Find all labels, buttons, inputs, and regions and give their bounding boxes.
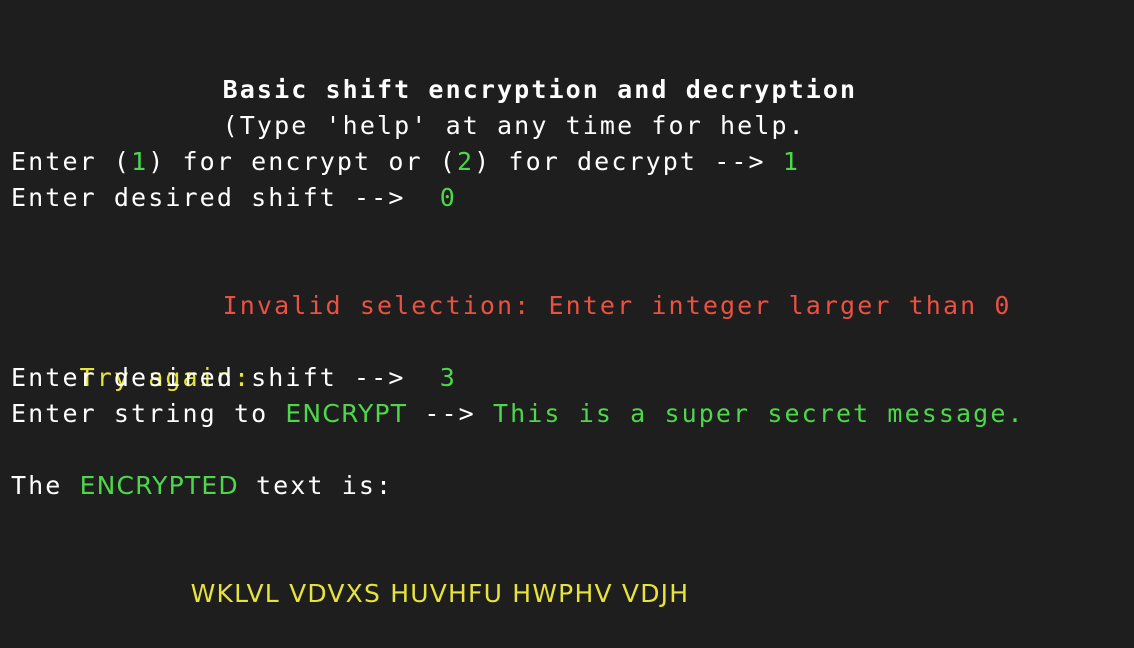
help-hint-text: (Type 'help' at any time for help. bbox=[222, 111, 806, 140]
shift-prompt-label-1: Enter desired shift --> bbox=[11, 183, 440, 212]
program-title: Basic shift encryption and decryption bbox=[154, 36, 857, 104]
encrypt-keyword: ENCRYPT bbox=[285, 399, 408, 428]
help-hint: (Type 'help' at any time for help. bbox=[154, 72, 806, 140]
mode-prompt-text-1: Enter ( bbox=[11, 147, 132, 176]
mode-answer: 1 bbox=[782, 147, 800, 176]
ciphertext-output-text: WKLVL VDVXS HUVHFU HWPHV VDJH bbox=[190, 579, 690, 608]
shift-prompt-label-2: Enter desired shift --> bbox=[11, 363, 440, 392]
mode-option-decrypt: 2 bbox=[456, 147, 475, 176]
mode-prompt-line: Enter (1) for encrypt or (2) for decrypt… bbox=[11, 144, 800, 180]
result-heading-text-2: text is: bbox=[238, 471, 394, 500]
shift-prompt-line-1: Enter desired shift --> 0 bbox=[11, 180, 457, 216]
encrypted-keyword: ENCRYPTED bbox=[79, 471, 239, 500]
shift-prompt-line-2: Enter desired shift --> 3 bbox=[11, 360, 457, 396]
ciphertext-output: WKLVL VDVXS HUVHFU HWPHV VDJH bbox=[154, 540, 689, 608]
shift-answer-2: 3 bbox=[439, 363, 457, 392]
shift-answer-1: 0 bbox=[439, 183, 457, 212]
string-prompt-text-2: --> bbox=[407, 399, 493, 428]
error-message: Invalid selection: Enter integer larger … bbox=[154, 252, 1012, 320]
mode-prompt-text-2: ) for encrypt or ( bbox=[148, 147, 457, 176]
mode-prompt-text-3: ) for decrypt --> bbox=[474, 147, 783, 176]
mode-option-encrypt: 1 bbox=[131, 147, 149, 176]
string-prompt-text-1: Enter string to bbox=[11, 399, 286, 428]
error-message-text: Invalid selection: Enter integer larger … bbox=[222, 291, 1012, 320]
retry-label: Try again: bbox=[11, 324, 251, 392]
string-prompt-line: Enter string to ENCRYPT --> This is a su… bbox=[11, 396, 1025, 432]
result-heading-text-1: The bbox=[11, 471, 80, 500]
plaintext-input: This is a super secret message. bbox=[492, 399, 1025, 428]
result-heading-line: The ENCRYPTED text is: bbox=[11, 468, 393, 504]
terminal-window[interactable]: Basic shift encryption and decryption (T… bbox=[0, 0, 1134, 608]
